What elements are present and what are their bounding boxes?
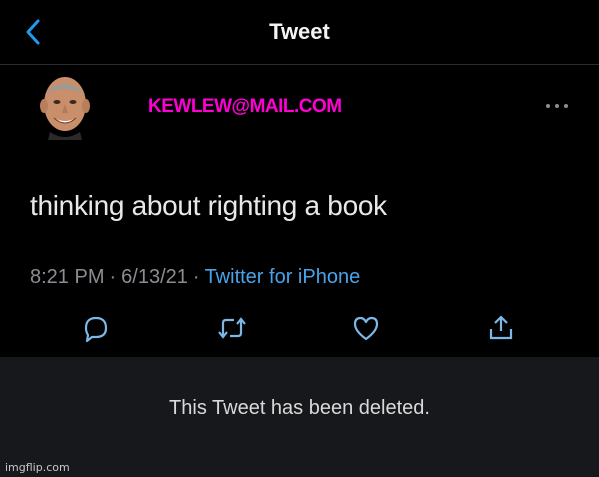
retweet-icon [218, 317, 246, 339]
tweet-time: 8:21 PM [30, 266, 105, 288]
more-icon [546, 104, 568, 108]
separator: · [192, 266, 200, 288]
more-options-button[interactable] [544, 96, 570, 116]
separator: · [109, 266, 117, 288]
share-button[interactable] [485, 312, 517, 344]
watermark: imgflip.com [5, 461, 70, 474]
reply-button[interactable] [80, 312, 112, 344]
avatar[interactable] [36, 70, 94, 140]
share-icon [489, 315, 513, 340]
heart-icon [353, 316, 379, 341]
retweet-button[interactable] [216, 312, 248, 344]
top-navigation-bar: Tweet [0, 0, 599, 65]
deleted-message: This Tweet has been deleted. [169, 397, 430, 419]
tweet-metadata: 8:21 PM · 6/13/21 · Twitter for iPhone [30, 266, 360, 289]
user-handle[interactable]: KEWLEW@MAIL.COM [148, 96, 342, 118]
reply-icon [84, 316, 108, 343]
tweet-date: 6/13/21 [121, 266, 188, 288]
tweet-text: thinking about righting a book [30, 190, 387, 221]
page-title: Tweet [269, 19, 330, 44]
tweet-source-link[interactable]: Twitter for iPhone [205, 266, 361, 288]
like-button[interactable] [350, 312, 382, 344]
deleted-tweet-banner: This Tweet has been deleted. [0, 357, 599, 477]
